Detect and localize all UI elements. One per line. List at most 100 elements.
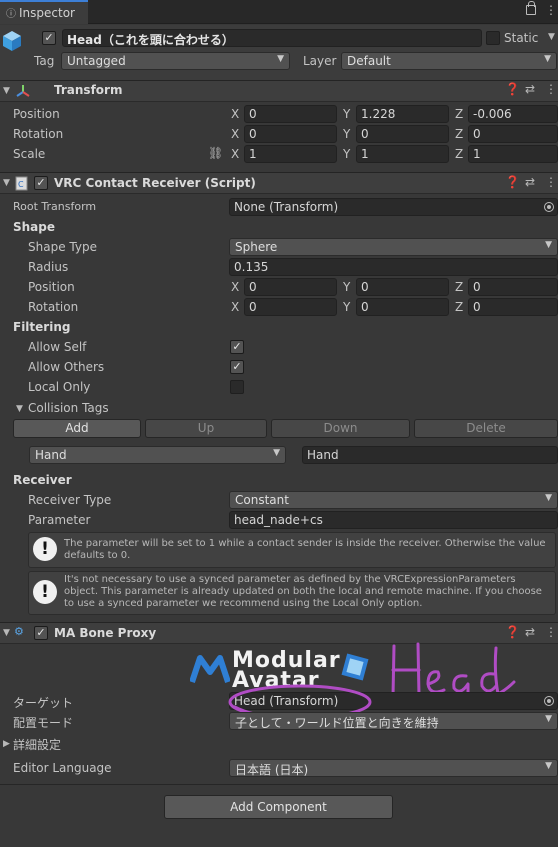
receiver-position-y-field[interactable]: 0 [356,278,449,296]
foldout-arrow-icon[interactable]: ▼ [3,178,10,188]
position-y-field[interactable]: 1.228 [356,105,449,123]
placement-mode-value: 子として・ワールド位置と向きを維持 [235,716,439,730]
rotation-z-field[interactable]: 0 [468,125,558,143]
radius-field[interactable]: 0.135 [229,258,558,276]
add-tag-button[interactable]: Add [13,419,141,438]
scale-z-field[interactable]: 1 [468,145,558,163]
parameter-field[interactable]: head_nade+cs [229,511,558,529]
shape-type-dropdown[interactable]: Sphere ▼ [229,238,558,256]
axis-y-label[interactable]: Y [343,300,350,314]
foldout-arrow-icon[interactable]: ▼ [3,86,10,96]
delete-tag-button[interactable]: Delete [414,419,558,438]
axis-y-label[interactable]: Y [343,127,350,141]
axis-y-label[interactable]: Y [343,107,350,121]
axis-y-label[interactable]: Y [343,280,350,294]
receiver-title: VRC Contact Receiver (Script) [54,176,256,190]
warning-icon: ! [33,580,57,604]
local-only-label: Local Only [28,380,91,394]
static-checkbox[interactable] [486,31,500,45]
gameobject-name-field[interactable]: Head（これを頭に合わせる） [62,29,482,47]
collision-tag-dropdown[interactable]: Hand ▼ [29,446,286,464]
script-icon: ⚙ [14,625,24,638]
axis-z-label[interactable]: Z [455,127,463,141]
scale-label: Scale [13,147,46,161]
axis-z-label[interactable]: Z [455,280,463,294]
more-menu-icon[interactable]: ⋮ [545,625,557,639]
static-dropdown-icon[interactable]: ▼ [548,32,555,42]
bone-proxy-enabled-checkbox[interactable]: ✓ [34,626,48,640]
axis-x-label[interactable]: X [231,127,239,141]
scale-y-field[interactable]: 1 [356,145,449,163]
up-tag-button[interactable]: Up [145,419,267,438]
more-menu-icon[interactable]: ⋮ [545,175,557,189]
more-menu-icon[interactable]: ⋮ [545,82,557,96]
receiver-position-label: Position [28,280,75,294]
shape-type-value: Sphere [235,240,278,254]
receiver-rotation-x-field[interactable]: 0 [244,298,337,316]
presets-icon[interactable]: ⇄ [525,82,535,96]
chevron-down-icon: ▼ [545,761,552,771]
axis-x-label[interactable]: X [231,280,239,294]
help-icon[interactable]: ❓ [505,175,520,189]
help-text-synced: It's not necessary to use a synced param… [64,574,542,609]
collision-tag-field[interactable]: Hand [302,446,558,464]
divider [0,784,558,785]
lock-icon[interactable] [526,1,536,15]
foldout-arrow-icon[interactable]: ▼ [16,404,23,414]
axis-x-label[interactable]: X [231,300,239,314]
rotation-label: Rotation [13,127,64,141]
chevron-down-icon: ▼ [545,493,552,503]
presets-icon[interactable]: ⇄ [525,175,535,189]
rotation-y-field[interactable]: 0 [356,125,449,143]
root-transform-field[interactable]: None (Transform) [229,198,558,216]
help-icon[interactable]: ❓ [505,82,520,96]
receiver-type-dropdown[interactable]: Constant ▼ [229,491,558,509]
allow-others-checkbox[interactable]: ✓ [230,360,244,374]
collision-tag-dropdown-value: Hand [35,448,67,462]
tag-dropdown[interactable]: Untagged ▼ [61,52,290,70]
static-label: Static [504,31,539,45]
gameobject-active-checkbox[interactable]: ✓ [42,31,56,45]
object-picker-icon[interactable] [544,202,554,212]
receiver-position-x-field[interactable]: 0 [244,278,337,296]
link-icon[interactable]: ⛓ [208,146,223,160]
position-x-field[interactable]: 0 [244,105,337,123]
bone-proxy-title: MA Bone Proxy [54,626,157,640]
local-only-checkbox[interactable] [230,380,244,394]
scale-x-field[interactable]: 1 [244,145,337,163]
more-menu-icon[interactable]: ⋮ [545,3,557,17]
position-label: Position [13,107,60,121]
rotation-x-field[interactable]: 0 [244,125,337,143]
position-z-field[interactable]: -0.006 [468,105,558,123]
editor-language-dropdown[interactable]: 日本語 (日本) ▼ [229,759,558,777]
advanced-settings-foldout[interactable]: 詳細設定 [13,736,61,753]
presets-icon[interactable]: ⇄ [525,625,535,639]
placement-mode-dropdown[interactable]: 子として・ワールド位置と向きを維持 ▼ [229,712,558,730]
foldout-arrow-icon[interactable]: ▶ [3,739,10,749]
axis-z-label[interactable]: Z [455,300,463,314]
receiver-enabled-checkbox[interactable]: ✓ [34,176,48,190]
foldout-arrow-icon[interactable]: ▼ [3,628,10,638]
tab-inspector-label: Inspector [19,6,75,20]
tab-inspector[interactable]: ⓘ Inspector [0,0,88,24]
axis-x-label[interactable]: X [231,107,239,121]
axis-z-label[interactable]: Z [455,147,463,161]
add-component-button[interactable]: Add Component [164,795,393,819]
down-tag-button[interactable]: Down [271,419,410,438]
receiver-position-z-field[interactable]: 0 [468,278,558,296]
axis-z-label[interactable]: Z [455,107,463,121]
allow-others-label: Allow Others [28,360,105,374]
help-icon[interactable]: ❓ [505,625,520,639]
transform-axes-icon [16,85,30,97]
collision-tags-label[interactable]: Collision Tags [28,401,109,415]
axis-x-label[interactable]: X [231,147,239,161]
allow-self-checkbox[interactable]: ✓ [230,340,244,354]
receiver-rotation-label: Rotation [28,300,79,314]
receiver-rotation-z-field[interactable]: 0 [468,298,558,316]
layer-label: Layer [303,54,337,68]
object-picker-icon[interactable] [544,696,554,706]
layer-dropdown[interactable]: Default ▼ [341,52,557,70]
script-icon: C [15,176,28,191]
receiver-rotation-y-field[interactable]: 0 [356,298,449,316]
axis-y-label[interactable]: Y [343,147,350,161]
